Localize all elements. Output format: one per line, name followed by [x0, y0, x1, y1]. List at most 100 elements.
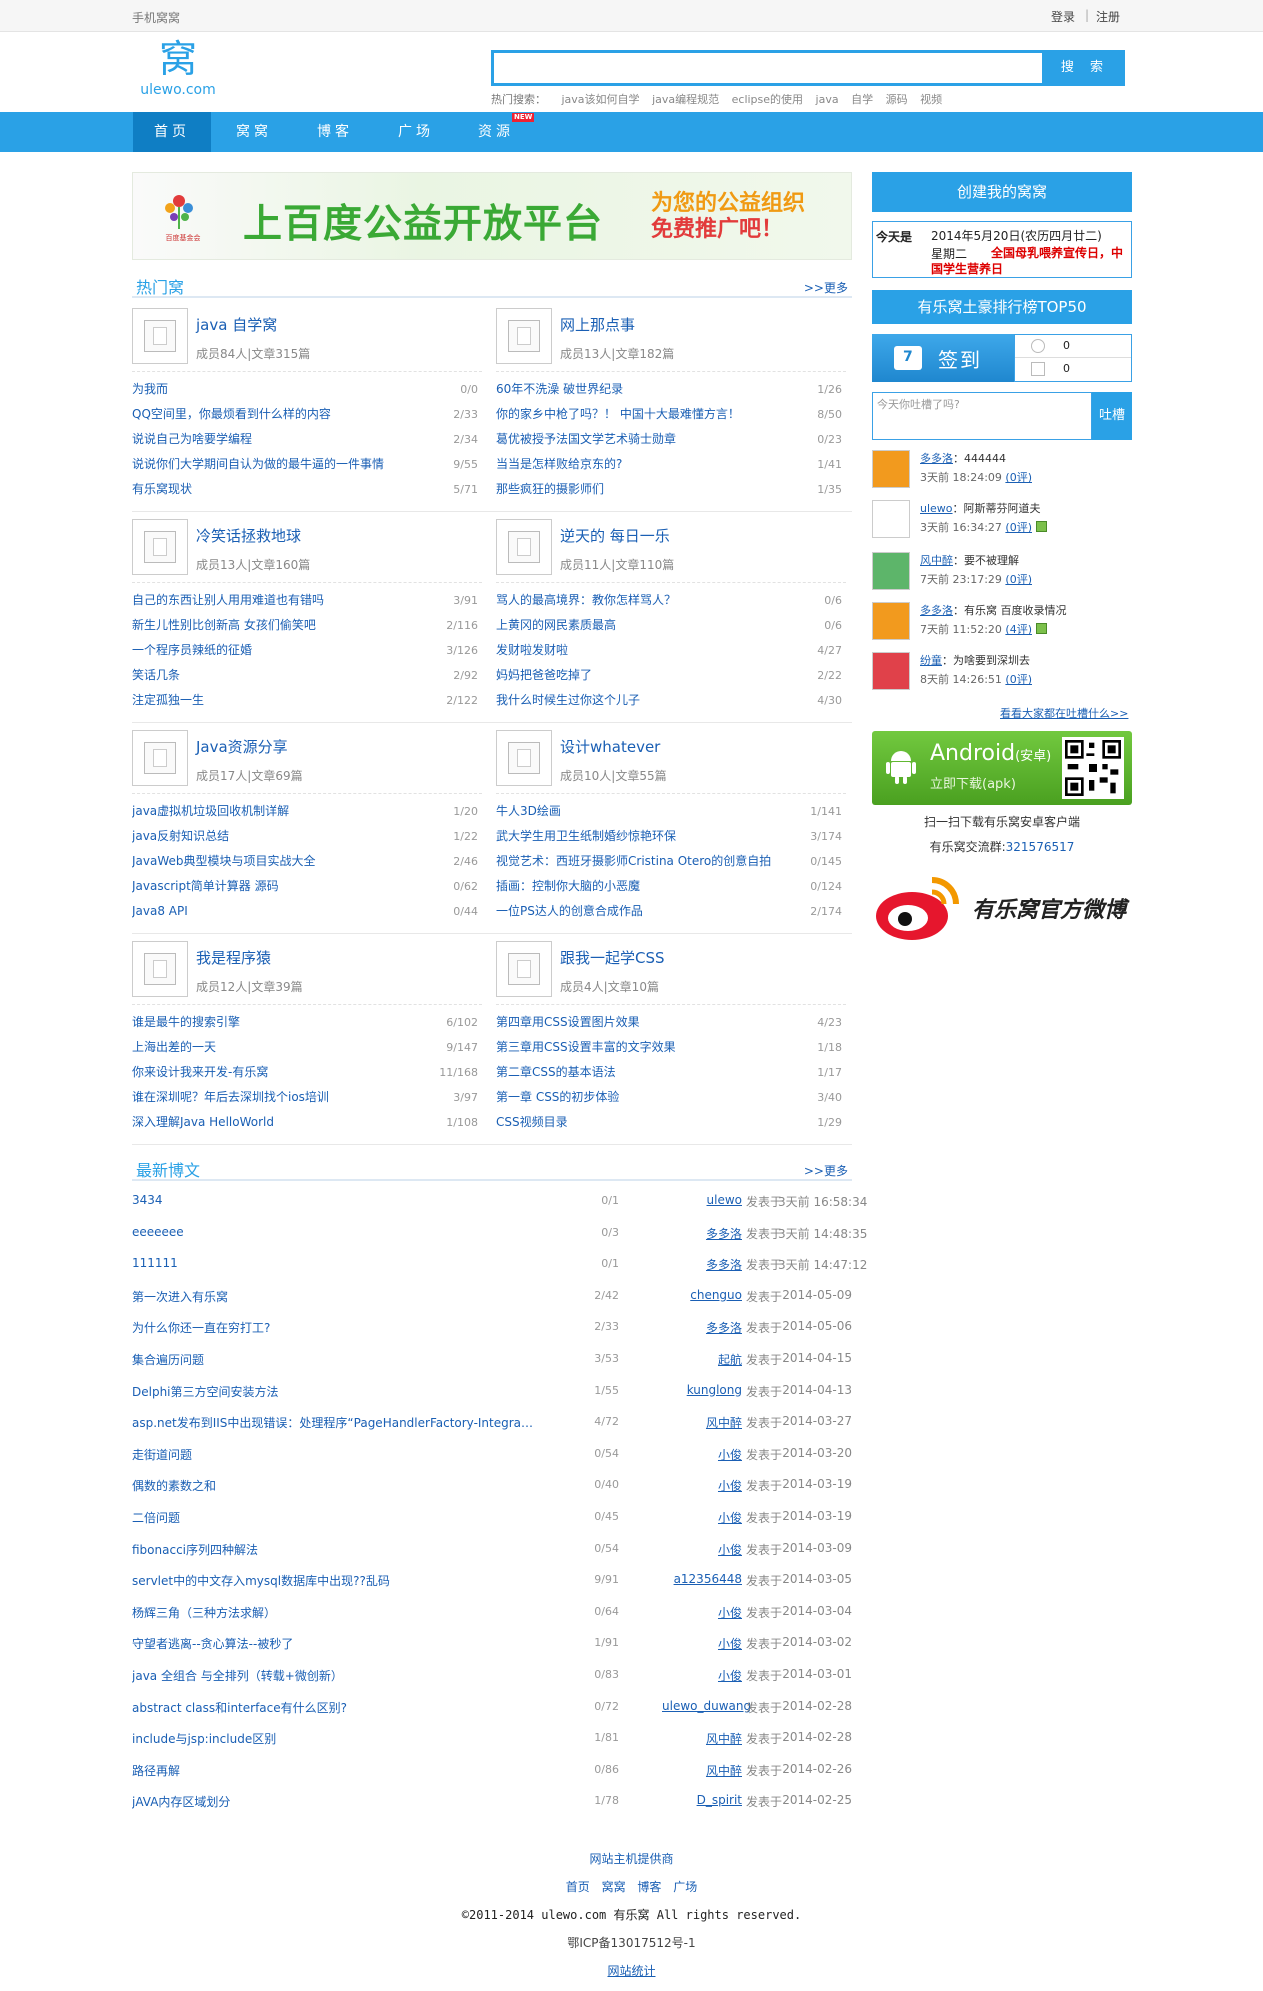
post-title-link[interactable]: 深入理解Java HelloWorld — [132, 1110, 427, 1135]
post-title-link[interactable]: 第三章用CSS设置丰富的文字效果 — [496, 1035, 791, 1060]
create-wowo-button[interactable]: 创建我的窝窝 — [872, 172, 1132, 212]
host-provider[interactable]: 网站主机提供商 — [0, 1850, 1263, 1867]
search-button[interactable]: 搜 索 — [1045, 50, 1125, 86]
post-title-link[interactable]: 葛优被授予法国文学艺术骑士勋章 — [496, 427, 791, 452]
group-avatar[interactable] — [132, 730, 188, 786]
post-title-link[interactable]: 一个程序员辣纸的征婚 — [132, 638, 427, 663]
footer-link-square[interactable]: 广场 — [673, 1880, 697, 1894]
nav-square[interactable]: 广场 — [377, 112, 455, 152]
post-title-link[interactable]: 说说你们大学期间自认为做的最牛逼的一件事情 — [132, 452, 427, 477]
comment-link[interactable]: (0评) — [1005, 573, 1032, 586]
post-title-link[interactable]: 谁在深圳呢？年后去深圳找个ios培训 — [132, 1085, 427, 1110]
post-title-link[interactable]: 为什么你还一直在穷打工? — [132, 1319, 537, 1336]
comment-link[interactable]: (0评) — [1005, 471, 1032, 484]
post-title-link[interactable]: 谁是最牛的搜索引擎 — [132, 1010, 427, 1035]
post-title-link[interactable]: fibonacci序列四种解法 — [132, 1541, 537, 1558]
post-title-link[interactable]: 路径再解 — [132, 1762, 537, 1779]
site-logo[interactable]: 窝 ulewo.com — [140, 38, 216, 98]
group-name[interactable]: 逆天的 每日一乐 — [560, 525, 670, 546]
post-title-link[interactable]: 偶数的素数之和 — [132, 1477, 537, 1494]
search-input[interactable] — [491, 50, 1045, 86]
author-link[interactable]: 小俊 — [662, 1541, 742, 1558]
comment-link[interactable]: (0评) — [1005, 673, 1032, 686]
post-title-link[interactable]: jAVA内存区域划分 — [132, 1793, 537, 1810]
hot-search-link[interactable]: 源码 — [886, 93, 908, 106]
signin-button[interactable]: 签到 — [872, 334, 1014, 382]
hot-search-link[interactable]: 视频 — [920, 93, 942, 106]
post-title-link[interactable]: include与jsp:include区别 — [132, 1730, 537, 1747]
post-title-link[interactable]: Java8 API — [132, 899, 427, 924]
post-title-link[interactable]: 牛人3D绘画 — [496, 799, 791, 824]
post-title-link[interactable]: 新生儿性别比创新高 女孩们偷笑吧 — [132, 613, 427, 638]
author-link[interactable]: 多多洛 — [662, 1256, 742, 1273]
nav-blog[interactable]: 博客 — [296, 112, 374, 152]
hot-search-link[interactable]: 自学 — [851, 93, 873, 106]
author-link[interactable]: 小俊 — [662, 1667, 742, 1684]
user-link[interactable]: 多多洛 — [920, 452, 953, 465]
post-title-link[interactable]: 111111 — [132, 1256, 537, 1270]
post-title-link[interactable]: 妈妈把爸爸吃掉了 — [496, 663, 791, 688]
mobile-link[interactable]: 手机窝窝 — [132, 9, 180, 26]
footer-link-wowo[interactable]: 窝窝 — [602, 1880, 626, 1894]
author-link[interactable]: 小俊 — [662, 1477, 742, 1494]
author-link[interactable]: 多多洛 — [662, 1225, 742, 1242]
post-title-link[interactable]: 上海出差的一天 — [132, 1035, 427, 1060]
hot-search-link[interactable]: java — [816, 93, 839, 106]
post-title-link[interactable]: 上黄冈的网民素质最高 — [496, 613, 791, 638]
post-title-link[interactable]: 当当是怎样败给京东的? — [496, 452, 791, 477]
register-link[interactable]: 注册 — [1096, 8, 1120, 25]
post-title-link[interactable]: 视觉艺术：西班牙摄影师Cristina Otero的创意自拍 — [496, 849, 791, 874]
footer-link-home[interactable]: 首页 — [566, 1880, 590, 1894]
post-title-link[interactable]: 笑话几条 — [132, 663, 427, 688]
author-link[interactable]: ulewo — [662, 1193, 742, 1207]
post-title-link[interactable]: 第一次进入有乐窝 — [132, 1288, 537, 1305]
author-link[interactable]: a12356448 — [662, 1572, 742, 1586]
post-title-link[interactable]: 自己的东西让别人用用难道也有错吗 — [132, 588, 427, 613]
post-title-link[interactable]: QQ空间里，你最烦看到什么样的内容 — [132, 402, 427, 427]
author-link[interactable]: 风中醉 — [662, 1414, 742, 1431]
author-link[interactable]: 风中醉 — [662, 1762, 742, 1779]
post-title-link[interactable]: 你来设计我来开发-有乐窝 — [132, 1060, 427, 1085]
site-stats-link[interactable]: 网站统计 — [0, 1962, 1263, 1979]
ad-banner[interactable]: 百度基金会 上百度公益开放平台 为您的公益组织 免费推广吧！ — [132, 172, 852, 260]
post-title-link[interactable]: eeeeeee — [132, 1225, 537, 1239]
post-title-link[interactable]: 有乐窝现状 — [132, 477, 427, 502]
group-name[interactable]: 我是程序猿 — [196, 947, 271, 968]
avatar[interactable] — [872, 500, 910, 538]
user-link[interactable]: 多多洛 — [920, 604, 953, 617]
more-link[interactable]: >>更多 — [804, 1162, 848, 1179]
author-link[interactable]: kunglong — [662, 1383, 742, 1397]
post-title-link[interactable]: 第二章CSS的基本语法 — [496, 1060, 791, 1085]
post-title-link[interactable]: 3434 — [132, 1193, 537, 1207]
avatar[interactable] — [872, 602, 910, 640]
see-all-tucao-link[interactable]: 看看大家都在吐槽什么>> — [1000, 705, 1128, 721]
post-title-link[interactable]: 走街道问题 — [132, 1446, 537, 1463]
author-link[interactable]: ulewo_duwang — [662, 1699, 751, 1713]
post-title-link[interactable]: 你的家乡中枪了吗？！ 中国十大最难懂方言！ — [496, 402, 791, 427]
android-download-button[interactable]: Android(安卓) 立即下载(apk) — [872, 731, 1132, 805]
author-link[interactable]: 起航 — [662, 1351, 742, 1368]
group-avatar[interactable] — [496, 941, 552, 997]
hot-search-link[interactable]: java编程规范 — [652, 93, 719, 106]
post-title-link[interactable]: Delphi第三方空间安装方法 — [132, 1383, 537, 1400]
post-title-link[interactable]: 集合遍历问题 — [132, 1351, 537, 1368]
group-avatar[interactable] — [132, 308, 188, 364]
post-title-link[interactable]: java虚拟机垃圾回收机制详解 — [132, 799, 427, 824]
nav-home[interactable]: 首页 — [133, 112, 211, 152]
user-link[interactable]: 风中醉 — [920, 554, 953, 567]
author-link[interactable]: 风中醉 — [662, 1730, 742, 1747]
user-link[interactable]: ulewo — [920, 502, 953, 515]
nav-wowo[interactable]: 窝窝 — [215, 112, 293, 152]
login-link[interactable]: 登录 — [1051, 8, 1075, 25]
post-title-link[interactable]: 骂人的最高境界：教你怎样骂人？ — [496, 588, 791, 613]
avatar[interactable] — [872, 450, 910, 488]
author-link[interactable]: chenguo — [662, 1288, 742, 1302]
post-title-link[interactable]: 二倍问题 — [132, 1509, 537, 1526]
post-title-link[interactable]: JavaWeb典型模块与项目实战大全 — [132, 849, 427, 874]
author-link[interactable]: 小俊 — [662, 1509, 742, 1526]
post-title-link[interactable]: 武大学生用卫生纸制婚纱惊艳环保 — [496, 824, 791, 849]
post-title-link[interactable]: 第四章用CSS设置图片效果 — [496, 1010, 791, 1035]
post-title-link[interactable]: 60年不洗澡 破世界纪录 — [496, 377, 791, 402]
author-link[interactable]: 小俊 — [662, 1604, 742, 1621]
group-avatar[interactable] — [132, 519, 188, 575]
